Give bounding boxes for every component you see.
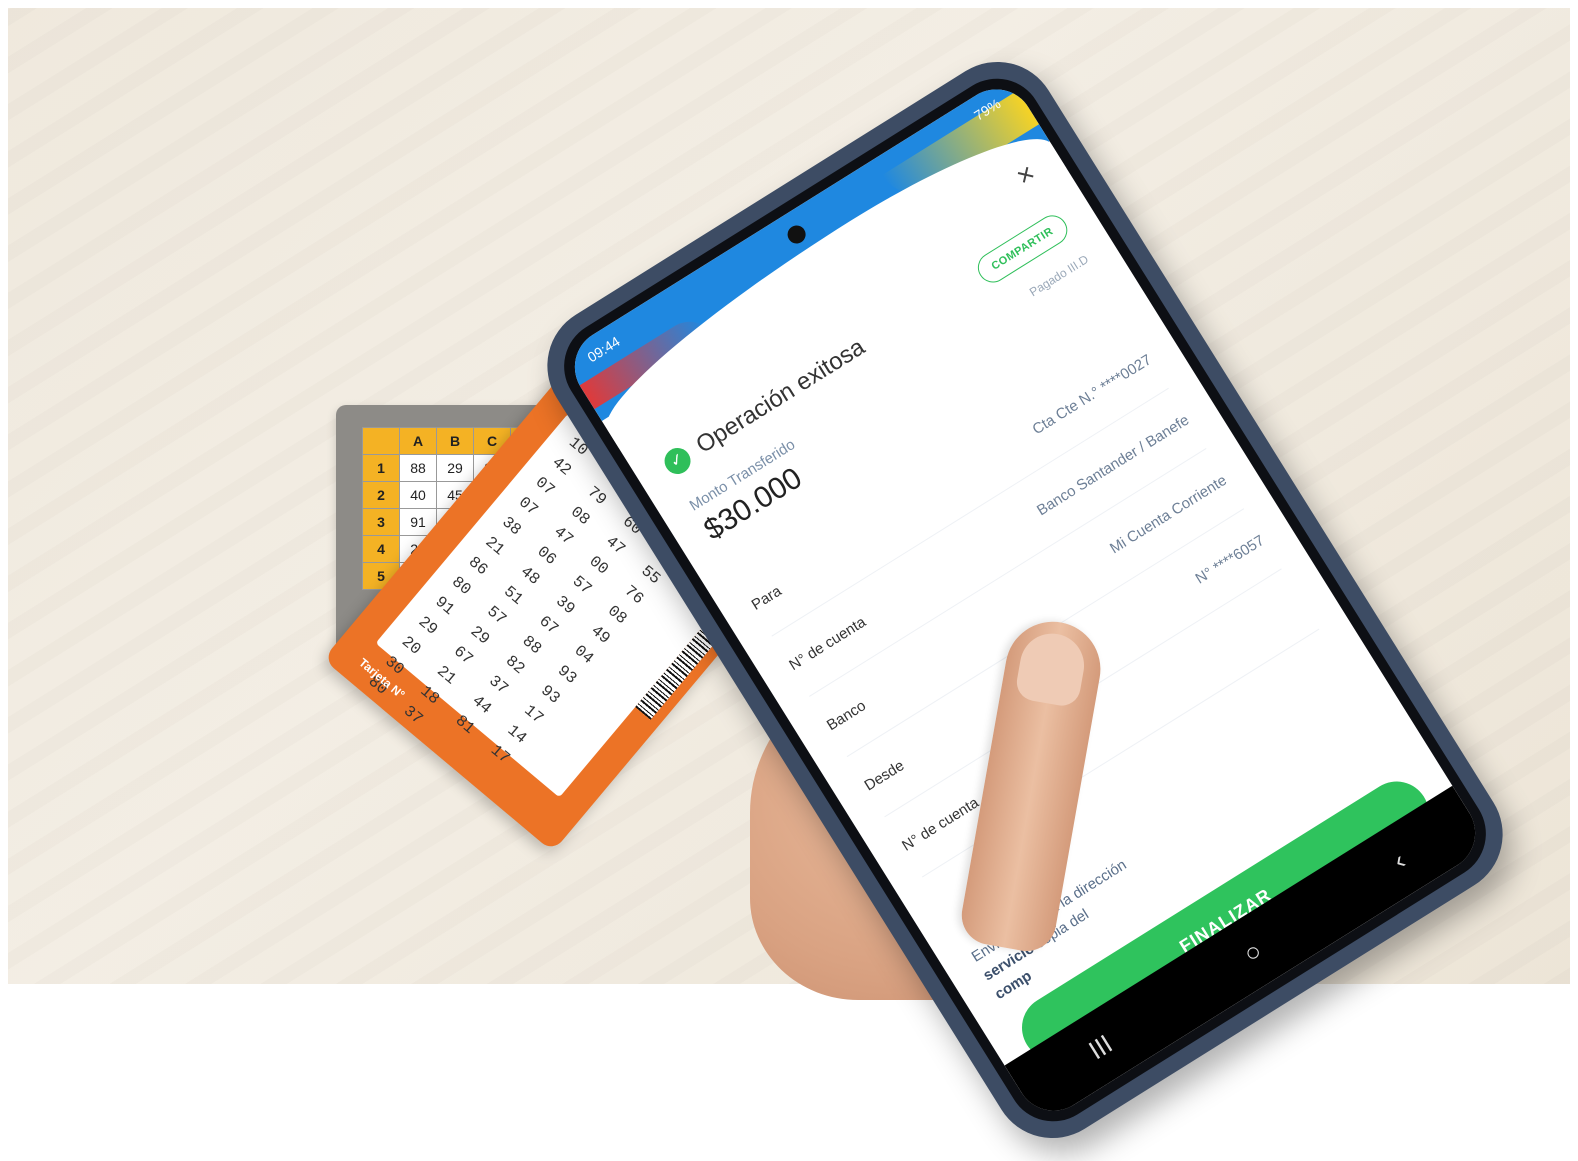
recent-apps-icon[interactable]: III [1083,1028,1118,1066]
thumb-nail [1013,628,1090,709]
amount-note: Pagado III.D [1026,252,1091,300]
detail-key: N° de cuenta [898,793,982,855]
detail-key: Banco [823,696,869,734]
grid-row-header: 3 [362,508,400,536]
grid-cell: 88 [399,454,437,482]
close-icon[interactable]: × [1010,157,1041,193]
home-icon[interactable]: ○ [1238,935,1268,970]
detail-value: N° ****6057 [1192,531,1268,588]
grid-cell: 40 [399,481,437,509]
grid-row-header: 4 [362,535,400,563]
grid-corner [362,427,400,455]
check-circle-icon: ✓ [659,443,696,479]
back-icon[interactable]: ‹ [1387,845,1411,876]
detail-key: Para [748,582,785,614]
grid-row-header: 1 [362,454,400,482]
grid-row-header: 2 [362,481,400,509]
grid-cell: 29 [436,454,474,482]
detail-key: N° de cuenta [786,613,869,674]
detail-key: Desde [861,756,908,794]
grid-col-header: A [399,427,437,455]
grid-col-header: B [436,427,474,455]
